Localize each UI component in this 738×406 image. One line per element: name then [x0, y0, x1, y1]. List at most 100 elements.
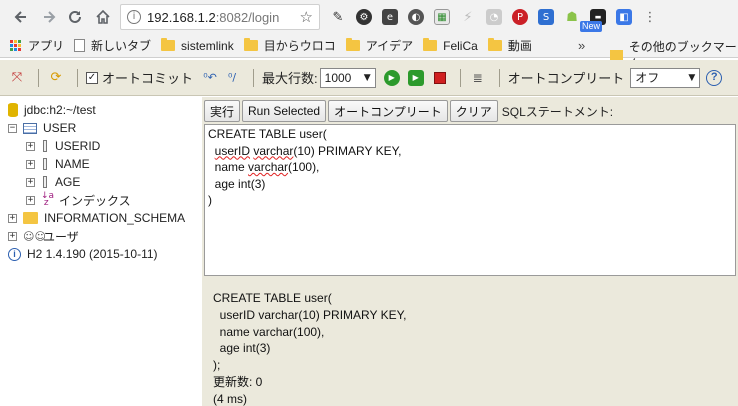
bookmark-label: FeliCa: [443, 38, 478, 53]
query-button-row: 実行 Run Selected オートコンプリート クリア SQLステートメント…: [204, 99, 613, 123]
eyedropper-extension-icon[interactable]: ✎: [330, 9, 346, 25]
expand-icon[interactable]: +: [8, 213, 17, 223]
dropdown-arrow-icon: ▼: [363, 72, 371, 83]
sql-statement-label: SQLステートメント:: [501, 104, 614, 119]
android-extension-icon[interactable]: ☗: [564, 9, 580, 25]
refresh-icon[interactable]: ⟳: [47, 69, 65, 87]
settings-extension-icon[interactable]: ⚙: [356, 9, 372, 25]
tree-information-schema[interactable]: + INFORMATION_SCHEMA: [8, 209, 185, 227]
forward-icon[interactable]: [36, 4, 62, 30]
tree-column-age[interactable]: + AGE: [26, 173, 80, 191]
bookmarks-overflow-chevron-icon[interactable]: »: [578, 38, 585, 53]
bookmark-label: sistemlink: [181, 38, 234, 53]
bookmark-videos[interactable]: 動画: [487, 37, 532, 54]
run-icon[interactable]: ▶: [383, 69, 400, 86]
max-rows-label: 最大行数:: [262, 71, 318, 86]
site-info-icon[interactable]: i: [127, 10, 141, 24]
bookmark-sistemlink[interactable]: sistemlink: [161, 38, 234, 53]
folder-icon: [487, 38, 502, 51]
home-icon[interactable]: [90, 4, 116, 30]
history-icon[interactable]: ≣: [469, 69, 487, 87]
tree-column-name[interactable]: + NAME: [26, 155, 90, 173]
bookmark-new-tab[interactable]: 新しいタブ: [74, 37, 151, 54]
help-icon[interactable]: ?: [706, 69, 723, 86]
expand-icon[interactable]: +: [26, 141, 35, 151]
folder-icon: [243, 38, 258, 51]
disconnect-icon[interactable]: ⤧: [8, 69, 26, 87]
sql-token-spellcheck: userID: [214, 143, 251, 158]
url-host: 192.168.1.2: [147, 9, 216, 25]
bookmark-star-icon[interactable]: ☆: [300, 8, 313, 26]
tree-users[interactable]: + ☺☺ ユーザ: [8, 227, 79, 245]
sql-line-rest: (10) PRIMARY KEY,: [293, 143, 402, 158]
folder-icon: [345, 38, 360, 51]
bookmark-label: 目からウロコ: [263, 39, 336, 53]
tree-column-userid[interactable]: + USERID: [26, 137, 100, 155]
tree-indexes[interactable]: + ↓a z インデックス: [26, 191, 131, 209]
h2-toolbar: ⤧ ⟳ ✓ オートコミット ⁰↶ ⁰/ 最大行数: 1000 ▼ ▶ ▶ ≣ オ…: [0, 60, 738, 96]
tree-table-user[interactable]: − USER: [8, 119, 76, 137]
extension-icons: ✎ ⚙ e ◐ ▦ ⚡ ◔ P S ☗ ▬ ◧ ⋮: [325, 5, 663, 29]
query-panel: 実行 Run Selected オートコンプリート クリア SQLステートメント…: [202, 97, 738, 406]
address-bar[interactable]: i 192.168.1.2:8082/login ☆: [120, 4, 320, 30]
max-rows-select[interactable]: 1000 ▼: [319, 67, 376, 88]
rss-extension-icon[interactable]: ◔: [486, 9, 502, 25]
column-label: USERID: [55, 139, 101, 153]
page-icon: [74, 39, 86, 52]
bookmark-label: 新しいタブ: [91, 39, 152, 53]
menu-icon[interactable]: ⋮: [642, 9, 658, 25]
bolt-extension-icon[interactable]: ⚡: [460, 9, 476, 25]
autocommit-checkbox[interactable]: ✓: [86, 71, 98, 84]
users-label: ユーザ: [43, 229, 79, 244]
run-button[interactable]: 実行: [204, 100, 241, 122]
database-icon: [8, 103, 18, 117]
dropdown-arrow-icon: ▼: [688, 72, 696, 83]
indexes-label: インデックス: [59, 193, 131, 208]
max-rows-value: 1000: [324, 70, 352, 85]
rollback-icon[interactable]: ⁰↶: [201, 69, 219, 87]
expand-icon[interactable]: +: [26, 195, 35, 205]
bookmarks-bar: アプリ 新しいタブ sistemlink 目からウロコ アイデア FeliCa …: [0, 34, 738, 71]
stop-icon[interactable]: [433, 71, 446, 84]
connection-label: jdbc:h2:~/test: [24, 103, 96, 117]
url-path: :8082/login: [215, 9, 280, 25]
bookmark-apps[interactable]: アプリ: [10, 37, 64, 54]
run-selected-button[interactable]: Run Selected: [242, 100, 327, 122]
autocomplete-select[interactable]: オフ ▼: [630, 67, 701, 88]
window-extension-icon[interactable]: ◧: [616, 9, 632, 25]
sql-line: CREATE TABLE user(: [208, 127, 327, 141]
schema-label: INFORMATION_SCHEMA: [44, 211, 186, 225]
sql-line: age int(3): [208, 176, 266, 191]
sheet-extension-icon[interactable]: ▦: [434, 9, 450, 25]
clear-button[interactable]: クリア: [449, 100, 498, 122]
autocomplete-label: オートコンプリート: [507, 71, 625, 86]
back-icon[interactable]: [8, 4, 34, 30]
sql-token-spellcheck: varchar: [253, 143, 294, 158]
bookmark-label: 動画: [507, 39, 532, 53]
expand-icon[interactable]: +: [8, 231, 17, 241]
sql-line-rest: (100),: [288, 160, 320, 174]
sql-editor[interactable]: CREATE TABLE user( userID varchar(10) PR…: [204, 124, 736, 276]
bookmark-label: アイデア: [365, 39, 414, 53]
reload-icon[interactable]: [62, 4, 88, 30]
index-sort-icon: ↓a z: [41, 191, 55, 208]
folder-icon: [610, 49, 623, 61]
screenshot-extension-icon[interactable]: S: [538, 9, 554, 25]
autocomplete-button[interactable]: オートコンプリート: [328, 100, 448, 122]
expand-icon[interactable]: +: [26, 177, 35, 187]
commit-icon[interactable]: ⁰/: [223, 69, 241, 87]
pinterest-extension-icon[interactable]: P: [512, 9, 528, 25]
result-output: CREATE TABLE user( userID varchar(10) PR…: [213, 291, 407, 406]
browser-toolbar: i 192.168.1.2:8082/login ☆ ✎ ⚙ e ◐ ▦ ⚡ ◔…: [0, 0, 738, 34]
collapse-icon[interactable]: −: [8, 123, 17, 133]
expand-icon[interactable]: +: [26, 159, 35, 169]
bookmark-idea[interactable]: アイデア: [345, 37, 414, 54]
sql-token-spellcheck: varchar: [248, 160, 289, 174]
bookmark-mekara-uroko[interactable]: 目からウロコ: [243, 37, 336, 54]
pocket-extension-icon[interactable]: ◐: [408, 9, 424, 25]
tree-connection[interactable]: jdbc:h2:~/test: [8, 101, 96, 119]
run-selected-icon[interactable]: ▶: [407, 69, 424, 86]
evernote-extension-icon[interactable]: e: [382, 9, 398, 25]
version-label: H2 1.4.190 (2015-10-11): [27, 247, 158, 261]
bookmark-felica[interactable]: FeliCa: [423, 38, 478, 53]
